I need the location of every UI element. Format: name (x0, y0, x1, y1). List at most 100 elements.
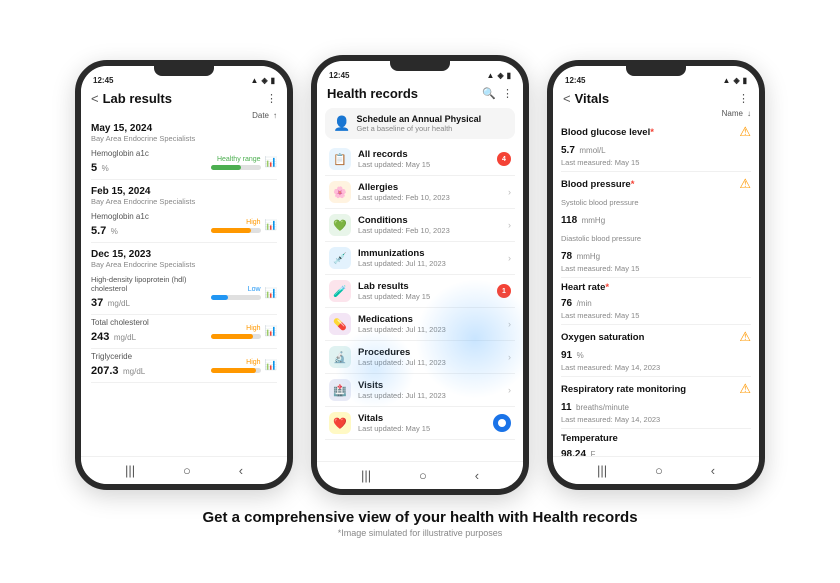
record-lab-name: Lab results (358, 281, 430, 292)
record-conditions[interactable]: 💚 Conditions Last updated: Feb 10, 2023 … (325, 209, 515, 242)
vital-temperature[interactable]: Temperature 98.24 F Last measured: May 1… (561, 429, 751, 456)
phone2-nav-lines[interactable]: ||| (361, 468, 371, 483)
lab-item-triglyceride[interactable]: Triglyceride 207.3 mg/dL High (91, 349, 277, 383)
phone2-header-icons: 🔍 ⋮ (482, 87, 513, 100)
vital-temp-header: Temperature (561, 433, 751, 444)
vital-blood-pressure[interactable]: Blood pressure* ⚠ Systolic blood pressur… (561, 172, 751, 278)
phone1-nav-home[interactable]: ○ (183, 463, 191, 478)
phone3-nav-lines[interactable]: ||| (597, 463, 607, 478)
bottom-text-area: Get a comprehensive view of your health … (202, 509, 637, 538)
phone2-notch (390, 61, 450, 71)
lab-item1-bar (211, 165, 261, 170)
record-immunizations-date: Last updated: Jul 11, 2023 (358, 259, 446, 268)
phone1-back-button[interactable]: < (91, 91, 99, 106)
record-procedures[interactable]: 🔬 Procedures Last updated: Jul 11, 2023 … (325, 341, 515, 374)
vital-oxygen[interactable]: Oxygen saturation ⚠ 91 % Last measured: … (561, 325, 751, 377)
record-allergies[interactable]: 🌸 Allergies Last updated: Feb 10, 2023 › (325, 176, 515, 209)
vital-rr-sub: Last measured: May 14, 2023 (561, 415, 751, 424)
lab-item5-left: Triglyceride 207.3 mg/dL (91, 352, 211, 379)
phone1-nav-back[interactable]: ‹ (239, 463, 243, 478)
bottom-tagline: Get a comprehensive view of your health … (202, 509, 637, 526)
phone2-nav-back[interactable]: ‹ (475, 468, 479, 483)
record-vitals[interactable]: ❤️ Vitals Last updated: May 15 (325, 407, 515, 440)
lab-item-hdl[interactable]: High-density lipoprotein (hdl) cholester… (91, 272, 277, 315)
lab-item3-range: Low (248, 286, 261, 293)
record-vitals-date: Last updated: May 15 (358, 424, 430, 433)
lab-item2-value-row: 5.7 % (91, 221, 211, 239)
sort-label[interactable]: Date (252, 111, 269, 120)
lab-item4-bar-area: High (211, 325, 261, 339)
phone3-notch (626, 66, 686, 76)
lab-item1-bar-fill (211, 165, 241, 170)
lab-group1-date: May 15, 2024 (91, 123, 277, 134)
lab-item3-value: 37 (91, 297, 103, 309)
lab-item5-bar-fill (211, 368, 256, 373)
phone3-wifi-icon: ◈ (733, 76, 739, 85)
record-allergies-info: Allergies Last updated: Feb 10, 2023 (358, 182, 450, 202)
phone3-back-button[interactable]: < (563, 91, 571, 106)
record-conditions-icon: 💚 (329, 214, 351, 236)
record-lab[interactable]: 🧪 Lab results Last updated: May 15 1 (325, 275, 515, 308)
lab-item3-bar (211, 295, 261, 300)
lab-group2-provider: Bay Area Endocrine Specialists (91, 197, 277, 206)
lab-item4-unit: mg/dL (114, 333, 136, 342)
vital-o2-unit: % (577, 351, 584, 360)
vital-hr-sub: Last measured: May 15 (561, 311, 751, 320)
phone2-menu-icon[interactable]: ⋮ (502, 87, 513, 100)
vital-o2-sub: Last measured: May 14, 2023 (561, 363, 751, 372)
record-medications-name: Medications (358, 314, 446, 325)
lab-group3-date: Dec 15, 2023 (91, 249, 277, 260)
lab-item2-bar-fill (211, 228, 251, 233)
phone3-nav-back[interactable]: ‹ (711, 463, 715, 478)
record-immunizations[interactable]: 💉 Immunizations Last updated: Jul 11, 20… (325, 242, 515, 275)
vital-bg-value: 5.7 (561, 145, 575, 156)
record-procedures-info: Procedures Last updated: Jul 11, 2023 (358, 347, 446, 367)
phone3-screen: 12:45 ▲ ◈ ▮ < Vitals ⋮ (553, 66, 759, 484)
lab-item2-left: Hemoglobin a1c 5.7 % (91, 212, 211, 239)
lab-item1-unit: % (102, 164, 109, 173)
lab-item-total-chol[interactable]: Total cholesterol 243 mg/dL High (91, 315, 277, 349)
record-conditions-info: Conditions Last updated: Feb 10, 2023 (358, 215, 450, 235)
phone1-nav-lines[interactable]: ||| (125, 463, 135, 478)
lab-item4-value-row: 243 mg/dL (91, 327, 211, 345)
phone2-nav-home[interactable]: ○ (419, 468, 427, 483)
vitals-sort-label[interactable]: Name (722, 109, 743, 118)
wifi-icon: ◈ (261, 76, 267, 85)
battery-icon: ▮ (271, 76, 275, 85)
lab-item5-unit: mg/dL (123, 367, 145, 376)
phone3-nav-home[interactable]: ○ (655, 463, 663, 478)
lab-item-hba1c-2[interactable]: Hemoglobin a1c 5.7 % High (91, 209, 277, 243)
vital-bg-name: Blood glucose level* (561, 127, 654, 138)
record-visits-date: Last updated: Jul 11, 2023 (358, 391, 446, 400)
phone3-menu-icon[interactable]: ⋮ (738, 92, 749, 105)
vitals-content: Name ↓ Blood glucose level* ⚠ 5.7 mmol/L (553, 109, 759, 456)
record-all[interactable]: 📋 All records Last updated: May 15 4 (325, 143, 515, 176)
phone2-search-icon[interactable]: 🔍 (482, 87, 496, 100)
vital-hr-value: 76 (561, 298, 572, 309)
record-visits[interactable]: 🏥 Visits Last updated: Jul 11, 2023 › (325, 374, 515, 407)
record-vitals-dot-inner (498, 419, 506, 427)
vital-hr-header: Heart rate* (561, 282, 751, 293)
record-procedures-icon: 🔬 (329, 346, 351, 368)
vital-blood-glucose[interactable]: Blood glucose level* ⚠ 5.7 mmol/L Last m… (561, 120, 751, 172)
record-vitals-left: ❤️ Vitals Last updated: May 15 (329, 412, 430, 434)
lab-item-hba1c-1[interactable]: Hemoglobin a1c 5 % Healthy range (91, 146, 277, 180)
vital-temp-name: Temperature (561, 433, 618, 444)
vital-bp-dia-value: 78 (561, 251, 572, 262)
health-banner-sub: Get a baseline of your health (356, 124, 481, 133)
vital-respiratory[interactable]: Respiratory rate monitoring ⚠ 11 breaths… (561, 377, 751, 429)
vitals-sort-icon[interactable]: ↓ (747, 109, 751, 118)
phone1-menu-icon[interactable]: ⋮ (266, 92, 277, 105)
health-banner[interactable]: 👤 Schedule an Annual Physical Get a base… (325, 108, 515, 139)
vital-hr-name: Heart rate* (561, 282, 609, 293)
sort-icon[interactable]: ↑ (273, 111, 277, 120)
vital-heart-rate[interactable]: Heart rate* 76 /min Last measured: May 1… (561, 278, 751, 325)
record-medications[interactable]: 💊 Medications Last updated: Jul 11, 2023… (325, 308, 515, 341)
vital-bg-unit: mmol/L (579, 146, 605, 155)
lab-item3-bar-area: Low (211, 286, 261, 300)
vital-bp-sub: Last measured: May 15 (561, 264, 751, 273)
phone2-status-icons: ▲ ◈ ▮ (487, 71, 511, 80)
record-procedures-date: Last updated: Jul 11, 2023 (358, 358, 446, 367)
phone-health-records: 12:45 ▲ ◈ ▮ Health records 🔍 ⋮ (311, 55, 529, 495)
lab-item4-bar-fill (211, 334, 254, 339)
